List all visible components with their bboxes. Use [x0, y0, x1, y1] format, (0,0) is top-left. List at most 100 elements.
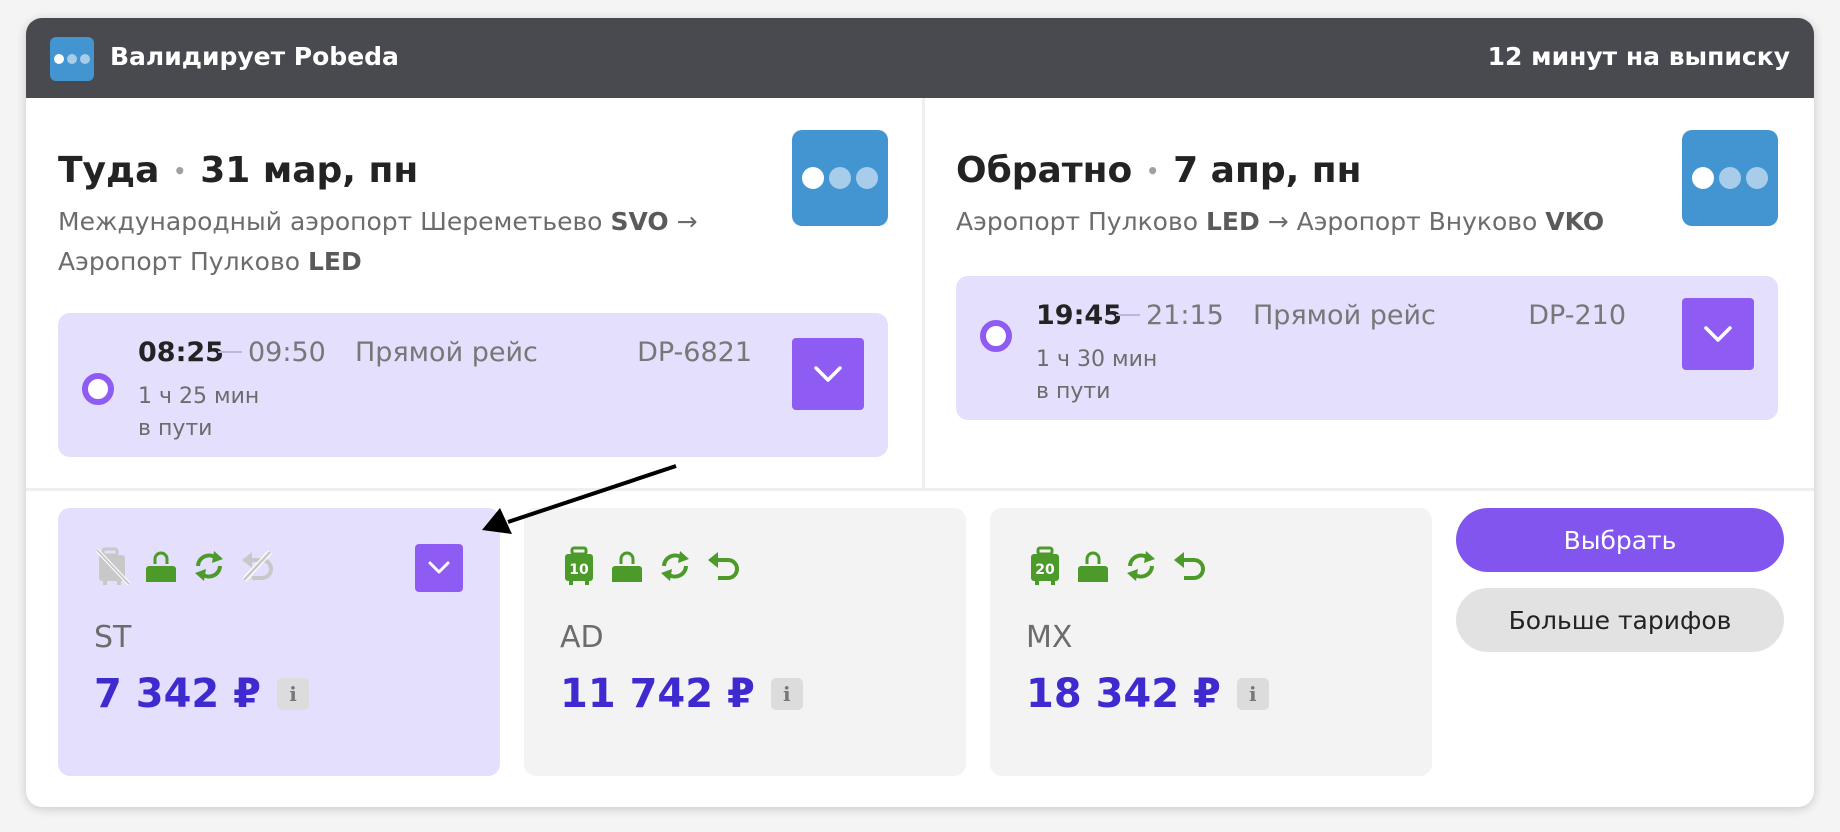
route-arrow-icon: → — [1267, 207, 1289, 236]
tariff-price: 11 742 ₽ — [560, 671, 755, 717]
more-tariffs-button[interactable]: Больше тарифов — [1456, 588, 1784, 652]
title-separator-icon: • — [173, 158, 187, 183]
baggage-10-icon: 10 — [565, 546, 593, 585]
logo-dot-icon — [54, 54, 64, 64]
flight-duration: 1 ч 30 мин в пути — [1036, 344, 1157, 408]
segment-radio[interactable] — [82, 373, 114, 405]
ticketing-timer: 12 минут на выписку — [1487, 42, 1790, 71]
no-refund-icon — [242, 550, 273, 582]
flight-type: Прямой рейс — [1253, 300, 1436, 331]
outbound-title: Туда • 31 мар, пн — [58, 150, 418, 191]
tariff-features: 10 — [560, 546, 742, 586]
departure-time: 19:45 — [1036, 300, 1122, 331]
tariff-features: 20 — [1026, 546, 1208, 586]
exchange-icon — [1127, 551, 1155, 581]
segment-expand-button[interactable] — [1682, 298, 1754, 370]
tariff-price-row: 7 342 ₽ i — [94, 671, 310, 717]
route-to: Аэропорт Пулково — [58, 247, 301, 276]
logo-dot-icon — [802, 167, 824, 189]
logo-dot-icon — [1692, 167, 1714, 189]
tariff-name: ST — [94, 620, 132, 655]
outbound-leg: Туда • 31 мар, пн Международный аэропорт… — [58, 98, 888, 488]
route-from: Международный аэропорт Шереметьево — [58, 207, 603, 236]
chevron-down-icon — [428, 561, 450, 574]
chevron-down-icon — [814, 366, 842, 382]
airline-logo-small — [50, 37, 94, 81]
info-icon[interactable]: i — [277, 678, 310, 710]
arrival-time: 21:15 — [1146, 300, 1224, 331]
hand-luggage-icon — [1078, 551, 1108, 582]
outbound-segment[interactable]: 08:25 09:50 Прямой рейс DP-6821 1 ч 25 м… — [58, 313, 888, 457]
tariff-name: AD — [560, 620, 604, 655]
route-from-code: LED — [1205, 207, 1260, 236]
tariff-expand-button[interactable] — [415, 544, 463, 592]
logo-dot-icon — [856, 167, 878, 189]
duration-value: 1 ч 30 мин — [1036, 347, 1158, 372]
duration-value: 1 ч 25 мин — [138, 384, 260, 409]
validator-label: Валидирует Pobeda — [110, 42, 399, 71]
route-to: Аэропорт Внуково — [1296, 207, 1538, 236]
baggage-20-icon: 20 — [1031, 546, 1059, 585]
booking-card: Валидирует Pobeda 12 минут на выписку Ту… — [26, 18, 1814, 807]
baggage-weight: 10 — [569, 562, 589, 578]
logo-dot-icon — [1719, 167, 1741, 189]
flight-number: DP-6821 — [637, 337, 752, 368]
departure-time: 08:25 — [138, 337, 224, 368]
hand-luggage-icon — [612, 551, 642, 582]
tariff-price: 7 342 ₽ — [94, 671, 262, 717]
tariff-features — [94, 546, 276, 586]
return-date: 7 апр, пн — [1173, 150, 1362, 191]
outbound-direction: Туда — [58, 150, 160, 191]
logo-dot-icon — [829, 167, 851, 189]
airline-logo — [1682, 130, 1778, 226]
airline-logo — [792, 130, 888, 226]
outbound-date: 31 мар, пн — [200, 150, 419, 191]
tariff-card-mx[interactable]: 20 MX 18 342 ₽ i — [990, 508, 1432, 776]
exchange-icon — [195, 551, 223, 581]
duration-note: в пути — [138, 416, 213, 441]
arrival-time: 09:50 — [248, 337, 326, 368]
info-icon[interactable]: i — [1236, 678, 1269, 710]
leg-divider — [922, 98, 925, 490]
info-icon[interactable]: i — [770, 678, 803, 710]
route-from-code: SVO — [610, 207, 669, 236]
route-from: Аэропорт Пулково — [956, 207, 1199, 236]
hand-luggage-icon — [146, 551, 176, 582]
duration-note: в пути — [1036, 379, 1111, 404]
no-baggage-icon — [95, 547, 131, 586]
tariff-price-row: 18 342 ₽ i — [1026, 671, 1269, 717]
flight-number: DP-210 — [1528, 300, 1626, 331]
segment-expand-button[interactable] — [792, 338, 864, 410]
logo-dot-icon — [67, 54, 77, 64]
route-to-code: VKO — [1545, 207, 1605, 236]
route-arrow-icon: → — [676, 207, 698, 236]
segment-radio[interactable] — [980, 320, 1012, 352]
outbound-route: Международный аэропорт Шереметьево SVO →… — [58, 202, 718, 282]
flight-duration: 1 ч 25 мин в пути — [138, 381, 259, 445]
tariff-name: MX — [1026, 620, 1073, 655]
return-route: Аэропорт Пулково LED → Аэропорт Внуково … — [956, 202, 1696, 242]
tariff-card-ad[interactable]: 10 AD 11 742 ₽ i — [524, 508, 966, 776]
return-direction: Обратно — [956, 150, 1133, 191]
return-segment[interactable]: 19:45 21:15 Прямой рейс DP-210 1 ч 30 ми… — [956, 276, 1778, 420]
time-dash — [218, 351, 242, 353]
exchange-icon — [661, 551, 689, 581]
tariff-card-st[interactable]: ST 7 342 ₽ i — [58, 508, 500, 776]
route-to-code: LED — [307, 247, 362, 276]
header-bar: Валидирует Pobeda 12 минут на выписку — [26, 18, 1814, 98]
refund-icon — [708, 552, 739, 580]
return-title: Обратно • 7 апр, пн — [956, 150, 1362, 191]
baggage-weight: 20 — [1035, 562, 1055, 578]
return-leg: Обратно • 7 апр, пн Аэропорт Пулково LED… — [956, 98, 1778, 488]
title-separator-icon: • — [1146, 158, 1160, 183]
tariff-price-row: 11 742 ₽ i — [560, 671, 803, 717]
flight-type: Прямой рейс — [355, 337, 538, 368]
logo-dot-icon — [1746, 167, 1768, 189]
time-dash — [1116, 314, 1140, 316]
select-button[interactable]: Выбрать — [1456, 508, 1784, 572]
logo-dot-icon — [80, 54, 90, 64]
chevron-down-icon — [1704, 326, 1732, 342]
tariff-price: 18 342 ₽ — [1026, 671, 1221, 717]
section-divider — [26, 488, 1814, 491]
refund-icon — [1174, 552, 1205, 580]
